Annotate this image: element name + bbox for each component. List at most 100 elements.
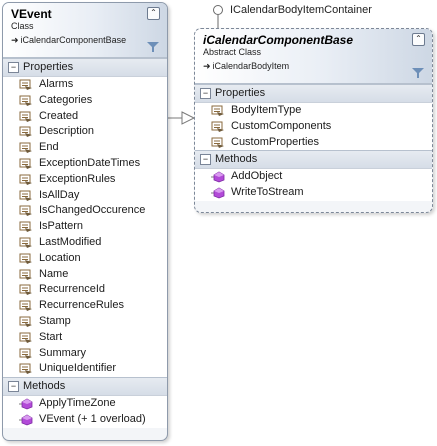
method-item[interactable]: VEvent (+ 1 overload): [3, 412, 167, 428]
base-class-shape[interactable]: iCalendarComponentBase Abstract Class ➜ i…: [194, 28, 433, 213]
property-item[interactable]: LastModified: [3, 235, 167, 251]
property-item[interactable]: IsChangedOccurence: [3, 203, 167, 219]
vevent-class-kind: Class: [11, 21, 34, 31]
base-methods-header[interactable]: − Methods: [195, 150, 432, 170]
filter-icon[interactable]: [412, 68, 424, 78]
collapse-chevron-icon[interactable]: ⌃: [147, 7, 160, 20]
interface-lollipop: [213, 5, 223, 15]
method-icon: [19, 414, 33, 426]
properties-label: Properties: [215, 87, 266, 99]
section-collapse-toggle-icon[interactable]: −: [8, 381, 19, 393]
property-item[interactable]: Location: [3, 251, 167, 267]
property-item[interactable]: Categories: [3, 93, 167, 109]
property-item[interactable]: CustomProperties: [195, 135, 432, 151]
property-item[interactable]: Start: [3, 330, 167, 346]
property-item[interactable]: CustomComponents: [195, 119, 432, 135]
methods-label: Methods: [215, 153, 258, 166]
base-methods-section: − Methods AddObject WriteToStream: [195, 150, 432, 201]
property-icon: [19, 363, 32, 375]
property-item[interactable]: Name: [3, 267, 167, 283]
property-item[interactable]: Description: [3, 124, 167, 140]
property-icon: [211, 121, 224, 132]
property-icon: [19, 332, 32, 343]
property-item[interactable]: Summary: [3, 346, 167, 362]
property-name: IsChangedOccurence: [39, 204, 146, 217]
property-name: Stamp: [39, 314, 71, 327]
property-name: ExceptionDateTimes: [39, 156, 141, 169]
vevent-methods-list: ApplyTimeZone VEvent (+ 1 overload): [3, 396, 167, 428]
section-collapse-toggle-icon[interactable]: −: [8, 62, 19, 73]
property-icon: [19, 142, 32, 154]
property-item[interactable]: RecurrenceId: [3, 282, 167, 298]
property-name: CustomProperties: [231, 135, 320, 148]
property-name: LastModified: [39, 235, 102, 248]
vevent-base-type: ➜ iCalendarComponentBase: [11, 35, 127, 45]
filter-icon[interactable]: [147, 42, 159, 52]
property-icon: [19, 174, 32, 185]
property-item[interactable]: IsPattern: [3, 219, 167, 235]
vevent-methods-header[interactable]: − Methods: [3, 377, 167, 397]
property-item[interactable]: ExceptionDateTimes: [3, 156, 167, 172]
method-name: WriteToStream: [231, 186, 304, 199]
property-item[interactable]: RecurrenceRules: [3, 298, 167, 314]
method-icon: [19, 398, 33, 410]
vevent-class-shape[interactable]: VEvent Class ➜ iCalendarComponentBase ⌃ −…: [2, 2, 168, 441]
collapse-chevron-icon[interactable]: ⌃: [412, 33, 425, 46]
base-class-header: iCalendarComponentBase Abstract Class ➜ i…: [195, 29, 432, 84]
property-icon: [19, 300, 32, 312]
base-class-name: iCalendarComponentBase: [203, 33, 354, 47]
property-icon: [19, 79, 32, 90]
property-name: Start: [39, 330, 63, 343]
property-icon: [19, 348, 32, 359]
method-icon: [211, 187, 225, 199]
property-item[interactable]: BodyItemType: [195, 103, 432, 119]
property-item[interactable]: Stamp: [3, 314, 167, 330]
property-icon: [19, 316, 32, 327]
property-name: RecurrenceRules: [39, 299, 124, 312]
property-name: Alarms: [39, 78, 74, 90]
method-name: VEvent (+ 1 overload): [39, 412, 146, 425]
method-icon: [211, 171, 225, 183]
property-name: BodyItemType: [231, 104, 302, 116]
property-icon: [19, 111, 32, 122]
property-name: Name: [39, 267, 69, 280]
property-icon: [19, 205, 32, 217]
property-item[interactable]: Created: [3, 109, 167, 125]
property-icon: [19, 269, 32, 280]
method-item[interactable]: WriteToStream: [195, 185, 432, 201]
method-item[interactable]: ApplyTimeZone: [3, 396, 167, 412]
property-name: IsPattern: [39, 220, 84, 233]
property-name: Location: [39, 251, 81, 264]
property-name: RecurrenceId: [39, 283, 106, 296]
property-name: Categories: [39, 93, 93, 106]
vevent-properties-header[interactable]: − Properties: [3, 58, 167, 77]
method-item[interactable]: AddObject: [195, 169, 432, 185]
property-name: End: [39, 141, 59, 154]
property-item[interactable]: UniqueIdentifier: [3, 361, 167, 377]
base-properties-section: − Properties BodyItemType CustomComponent…: [195, 84, 432, 151]
section-collapse-toggle-icon[interactable]: −: [200, 154, 211, 166]
property-item[interactable]: Alarms: [3, 77, 167, 93]
property-name: CustomComponents: [231, 119, 332, 132]
property-name: Summary: [39, 346, 87, 359]
properties-label: Properties: [23, 61, 74, 73]
property-name: IsAllDay: [39, 188, 80, 201]
base-properties-header[interactable]: − Properties: [195, 84, 432, 103]
property-icon: [19, 221, 32, 233]
property-icon: [19, 190, 32, 201]
property-icon: [19, 253, 32, 264]
property-icon: [211, 105, 224, 116]
property-item[interactable]: ExceptionRules: [3, 172, 167, 188]
property-name: Created: [39, 109, 79, 122]
property-icon: [19, 237, 32, 248]
vevent-header: VEvent Class ➜ iCalendarComponentBase ⌃: [3, 3, 167, 58]
inherits-arrow-icon: ➜: [11, 35, 19, 45]
property-item[interactable]: IsAllDay: [3, 188, 167, 204]
inheritance-arrowhead: [181, 111, 196, 125]
property-icon: [19, 158, 32, 169]
property-item[interactable]: End: [3, 140, 167, 156]
base-class-kind: Abstract Class: [203, 47, 262, 57]
section-collapse-toggle-icon[interactable]: −: [200, 88, 211, 99]
property-icon: [211, 137, 224, 148]
method-name: AddObject: [231, 170, 283, 183]
